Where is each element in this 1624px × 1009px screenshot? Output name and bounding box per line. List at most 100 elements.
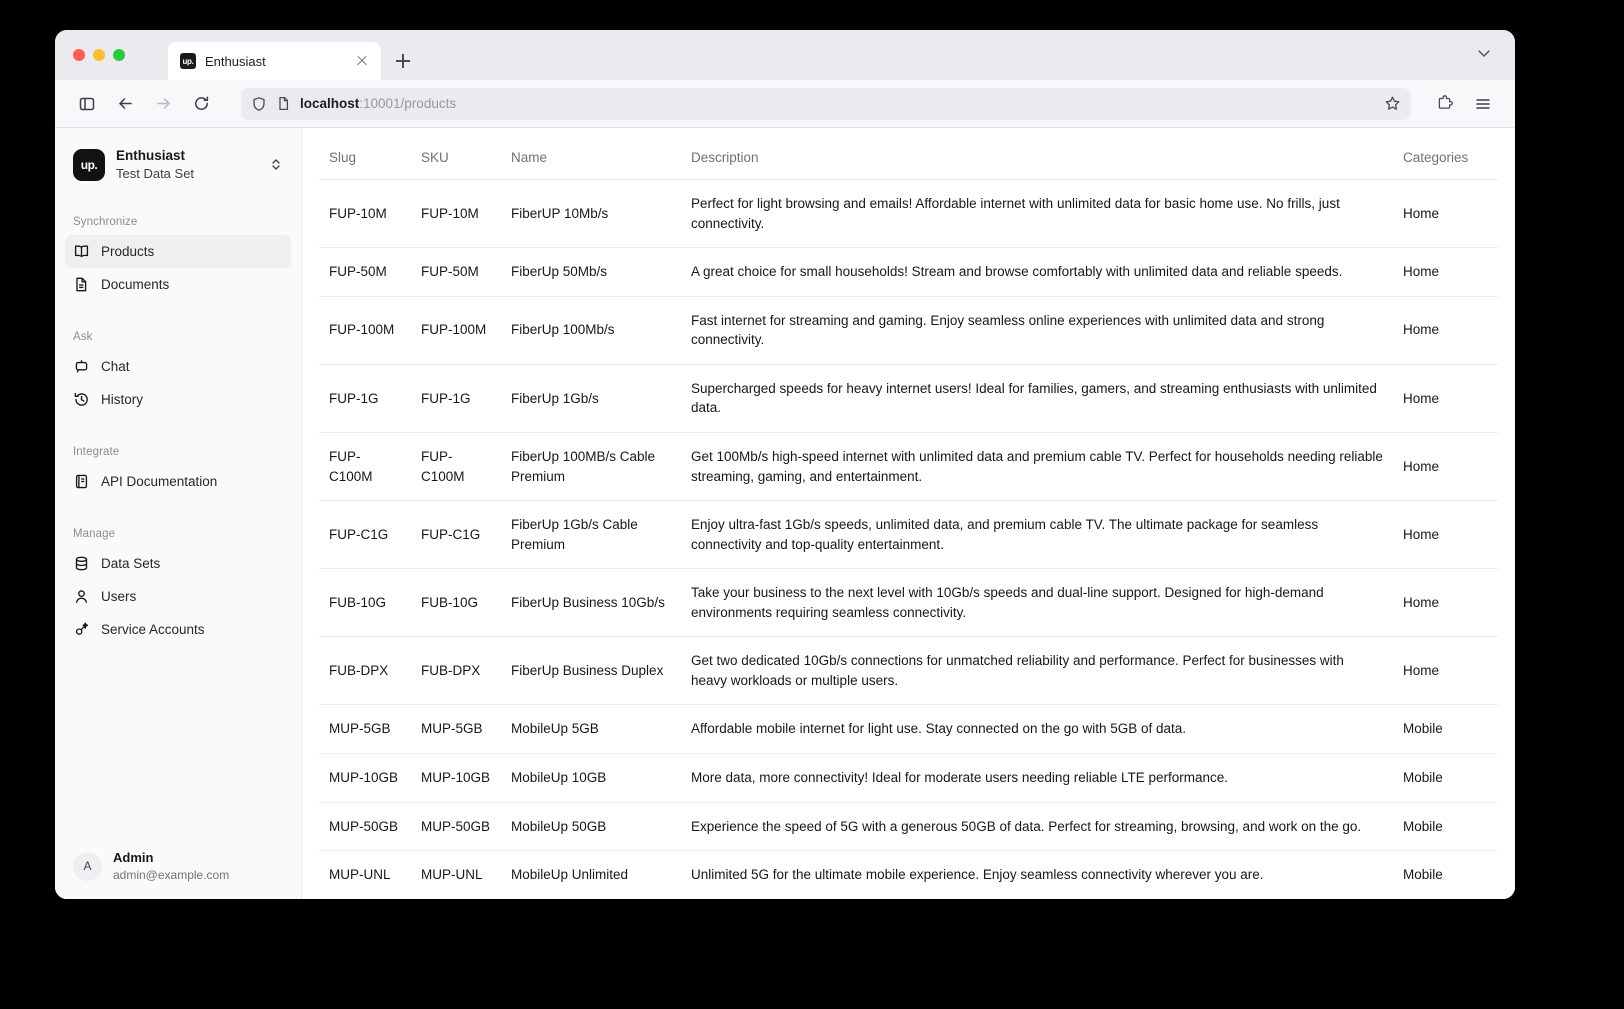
column-header-sku[interactable]: SKU <box>411 128 501 180</box>
cell-name: FiberUp 1Gb/s Cable Premium <box>501 500 681 569</box>
cell-description: Get two dedicated 10Gb/s connections for… <box>681 636 1393 705</box>
document-icon <box>73 276 90 293</box>
cell-slug: FUP-10M <box>319 178 411 248</box>
panel-icon[interactable] <box>71 88 103 120</box>
cell-name: MobileUp 10GB <box>501 753 681 803</box>
table-row[interactable]: FUP-C1G FUP-C1G FiberUp 1Gb/s Cable Premiu… <box>319 500 1498 569</box>
puzzle-icon[interactable] <box>1429 88 1461 120</box>
dataset-text: Enthusiast Test Data Set <box>116 147 258 183</box>
favicon: up. <box>180 53 196 69</box>
table-row[interactable]: FUP-C100M FUP-C100M FiberUp 100MB/s Cable … <box>319 431 1498 501</box>
cell-slug: FUP-C1G <box>319 500 411 569</box>
sidebar-item-history[interactable]: History <box>65 383 291 416</box>
browser-tab[interactable]: up. Enthusiast <box>168 42 381 80</box>
cell-sku: MUP-5GB <box>411 704 501 754</box>
page-body: up. Enthusiast Test Data Set Synchronize… <box>55 128 1515 899</box>
sidebar-item-label: History <box>101 391 144 407</box>
sidebar-item-data-sets[interactable]: Data Sets <box>65 547 291 580</box>
main-content: Slug SKU Name Description Categories FUP… <box>302 128 1515 899</box>
cell-sku: FUP-10M <box>411 178 501 248</box>
table-row[interactable]: FUB-10G FUB-10G FiberUp Business 10Gb/s Tak… <box>319 568 1498 637</box>
user-profile[interactable]: A Admin admin@example.com <box>65 839 291 899</box>
reload-icon[interactable] <box>185 88 217 120</box>
cell-description: Enjoy ultra-fast 1Gb/s speeds, unlimited… <box>681 500 1393 569</box>
tab-strip: up. Enthusiast <box>55 30 1515 80</box>
table-row[interactable]: MUP-5GB MUP-5GB MobileUp 5GB Affordable mob… <box>319 704 1498 754</box>
table-header-row: Slug SKU Name Description Categories <box>319 128 1498 180</box>
cell-description: Perfect for light browsing and emails! A… <box>681 178 1393 248</box>
sidebar: up. Enthusiast Test Data Set Synchronize… <box>55 128 302 899</box>
cell-description: Supercharged speeds for heavy internet u… <box>681 363 1393 433</box>
table-row[interactable]: MUP-10GB MUP-10GB MobileUp 10GB More data, … <box>319 753 1498 803</box>
table-row[interactable]: FUB-DPX FUB-DPX FiberUp Business Duplex Get… <box>319 636 1498 705</box>
cell-slug: MUP-5GB <box>319 704 411 754</box>
address-bar[interactable]: localhost:10001/products <box>241 87 1411 120</box>
minimize-window-button[interactable] <box>93 49 105 61</box>
close-icon[interactable] <box>353 52 371 70</box>
chevron-down-icon[interactable] <box>1475 44 1493 62</box>
column-header-name[interactable]: Name <box>501 128 681 180</box>
cell-sku: FUP-C1G <box>411 500 501 569</box>
app-logo: up. <box>73 148 105 181</box>
cell-description: Affordable mobile internet for light use… <box>681 704 1393 754</box>
maximize-window-button[interactable] <box>113 49 125 61</box>
sidebar-item-service-accounts[interactable]: Service Accounts <box>65 613 291 646</box>
products-table: Slug SKU Name Description Categories FUP… <box>319 128 1498 899</box>
sidebar-item-label: API Documentation <box>101 473 218 489</box>
cell-slug: FUP-100M <box>319 295 411 365</box>
sidebar-item-documents[interactable]: Documents <box>65 268 291 301</box>
database-icon <box>73 555 90 572</box>
book-icon <box>73 243 90 260</box>
sidebar-item-label: Data Sets <box>101 555 161 571</box>
sidebar-item-label: Chat <box>101 358 130 374</box>
dataset-subtitle: Test Data Set <box>116 166 195 182</box>
avatar: A <box>73 851 102 881</box>
sidebar-group-label-synchronize: Synchronize <box>73 215 138 228</box>
cell-sku: FUP-C100M <box>411 431 501 501</box>
star-icon[interactable] <box>1384 95 1401 112</box>
chevron-up-down-icon[interactable] <box>269 156 283 173</box>
cell-description: Fast internet for streaming and gaming. … <box>681 295 1393 365</box>
dataset-name: Enthusiast <box>116 148 186 163</box>
column-header-categories[interactable]: Categories <box>1393 128 1498 180</box>
table-row[interactable]: FUP-50M FUP-50M FiberUp 50Mb/s A great choi… <box>319 247 1498 297</box>
table-row[interactable]: MUP-UNL MUP-UNL MobileUp Unlimited Unlimite… <box>319 850 1498 899</box>
column-header-slug[interactable]: Slug <box>319 128 411 180</box>
plus-icon[interactable] <box>387 42 419 80</box>
cell-slug: FUP-1G <box>319 363 411 433</box>
table-row[interactable]: FUP-1G FUP-1G FiberUp 1Gb/s Supercharged sp… <box>319 363 1498 433</box>
cell-name: FiberUP 10Mb/s <box>501 178 681 248</box>
url-text: localhost:10001/products <box>300 96 456 111</box>
cell-sku: FUB-10G <box>411 568 501 637</box>
cell-description: More data, more connectivity! Ideal for … <box>681 753 1393 803</box>
column-header-description[interactable]: Description <box>681 128 1393 180</box>
cell-description: Take your business to the next level wit… <box>681 568 1393 637</box>
cell-name: FiberUp Business Duplex <box>501 636 681 705</box>
cell-slug: FUB-10G <box>319 568 411 637</box>
hamburger-menu-icon[interactable] <box>1467 88 1499 120</box>
close-window-button[interactable] <box>73 49 85 61</box>
shield-icon <box>251 96 267 112</box>
sidebar-item-api-documentation[interactable]: API Documentation <box>65 465 291 498</box>
sidebar-group-label-integrate: Integrate <box>73 445 120 458</box>
table-row[interactable]: FUP-10M FUP-10M FiberUP 10Mb/s Perfect for … <box>319 178 1498 248</box>
dataset-switcher[interactable]: up. Enthusiast Test Data Set <box>65 140 291 190</box>
sidebar-item-label: Service Accounts <box>101 621 205 637</box>
sidebar-item-products[interactable]: Products <box>65 234 291 268</box>
cell-categories: Home <box>1393 500 1498 569</box>
table-row[interactable]: FUP-100M FUP-100M FiberUp 100Mb/s Fast inte… <box>319 295 1498 365</box>
sidebar-item-label: Products <box>101 243 155 259</box>
sidebar-item-users[interactable]: Users <box>65 580 291 613</box>
cell-name: MobileUp Unlimited <box>501 850 681 899</box>
sidebar-item-chat[interactable]: Chat <box>65 350 291 383</box>
tab-title: Enthusiast <box>205 53 266 69</box>
table-header: Slug SKU Name Description Categories <box>319 128 1498 180</box>
back-arrow-icon[interactable] <box>109 88 141 120</box>
browser-window: up. Enthusiast localhost:10001/products … <box>55 30 1515 899</box>
sidebar-group-label-manage: Manage <box>73 527 116 540</box>
url-path: :10001/products <box>359 96 457 111</box>
cell-slug: FUP-50M <box>319 247 411 297</box>
table-row[interactable]: MUP-50GB MUP-50GB MobileUp 50GB Experience … <box>319 801 1498 851</box>
cell-sku: MUP-UNL <box>411 850 501 899</box>
cell-categories: Home <box>1393 636 1498 705</box>
